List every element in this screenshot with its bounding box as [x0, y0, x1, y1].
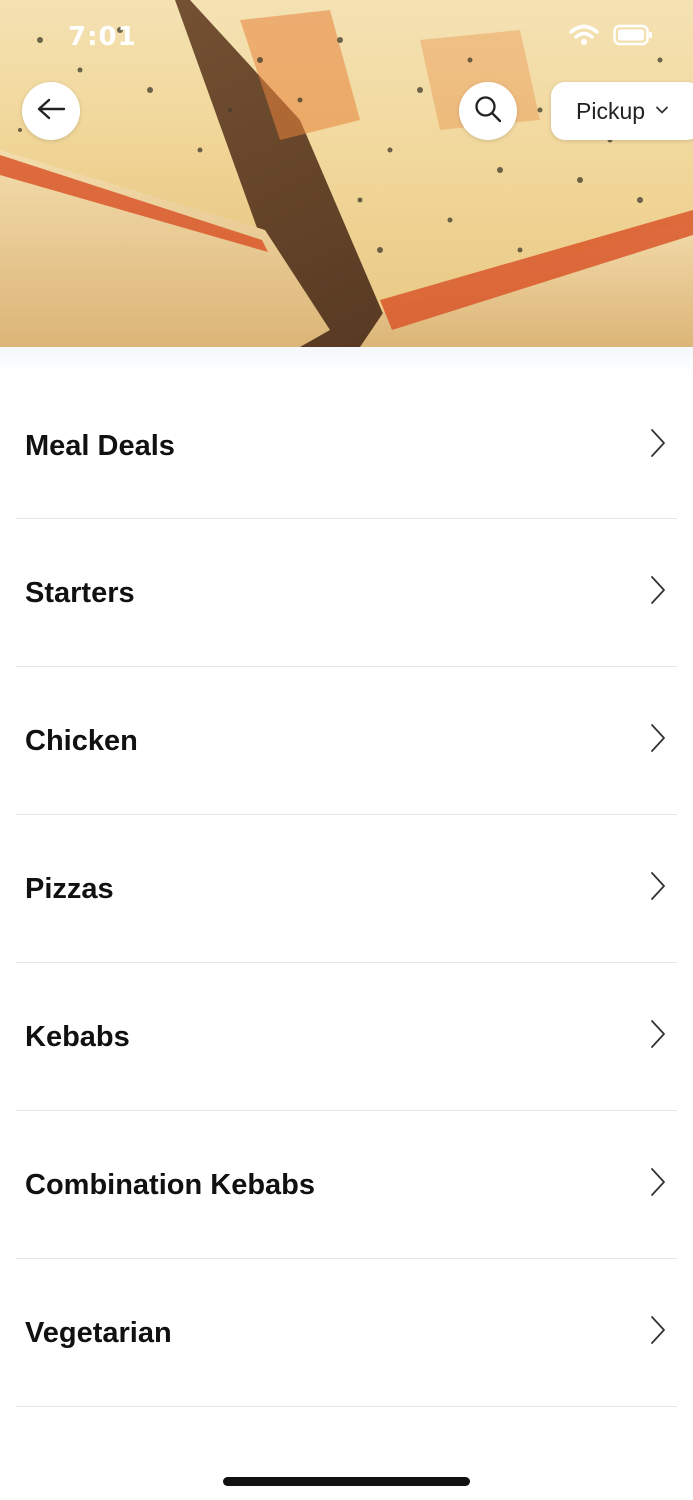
- category-list: Meal Deals Starters Chicken Pizzas Kebab…: [0, 373, 693, 1407]
- category-item-pizzas[interactable]: Pizzas: [0, 815, 693, 963]
- chevron-right-icon: [649, 1019, 667, 1054]
- chevron-right-icon: [649, 871, 667, 906]
- arrow-left-icon: [36, 97, 66, 126]
- category-label: Vegetarian: [25, 1316, 172, 1349]
- category-label: Starters: [25, 576, 135, 609]
- order-mode-dropdown[interactable]: Pickup: [551, 82, 693, 140]
- chevron-down-icon: [655, 102, 669, 120]
- pizza-photo: [0, 0, 693, 347]
- hero-image: 7:01 Pickup: [0, 0, 693, 347]
- order-mode-label: Pickup: [576, 97, 646, 124]
- category-label: Kebabs: [25, 1020, 130, 1053]
- battery-icon: [613, 24, 653, 51]
- category-label: Chicken: [25, 724, 138, 757]
- chevron-right-icon: [649, 1315, 667, 1350]
- category-label: Meal Deals: [25, 429, 175, 462]
- chevron-right-icon: [649, 723, 667, 758]
- search-icon: [473, 94, 503, 129]
- chevron-right-icon: [649, 575, 667, 610]
- status-icons: [569, 24, 653, 51]
- status-time: 7:01: [68, 22, 137, 52]
- back-button[interactable]: [22, 82, 80, 140]
- category-item-meal-deals[interactable]: Meal Deals: [0, 373, 693, 519]
- category-label: Pizzas: [25, 872, 114, 905]
- wifi-icon: [569, 24, 599, 51]
- category-label: Combination Kebabs: [25, 1168, 316, 1201]
- home-indicator[interactable]: [223, 1477, 470, 1486]
- category-item-vegetarian[interactable]: Vegetarian: [0, 1259, 693, 1407]
- chevron-right-icon: [649, 428, 667, 463]
- category-item-chicken[interactable]: Chicken: [0, 667, 693, 815]
- chevron-right-icon: [649, 1167, 667, 1202]
- category-item-starters[interactable]: Starters: [0, 519, 693, 667]
- category-item-combination-kebabs[interactable]: Combination Kebabs: [0, 1111, 693, 1259]
- category-item-kebabs[interactable]: Kebabs: [0, 963, 693, 1111]
- search-button[interactable]: [459, 82, 517, 140]
- header-separator: [0, 347, 693, 373]
